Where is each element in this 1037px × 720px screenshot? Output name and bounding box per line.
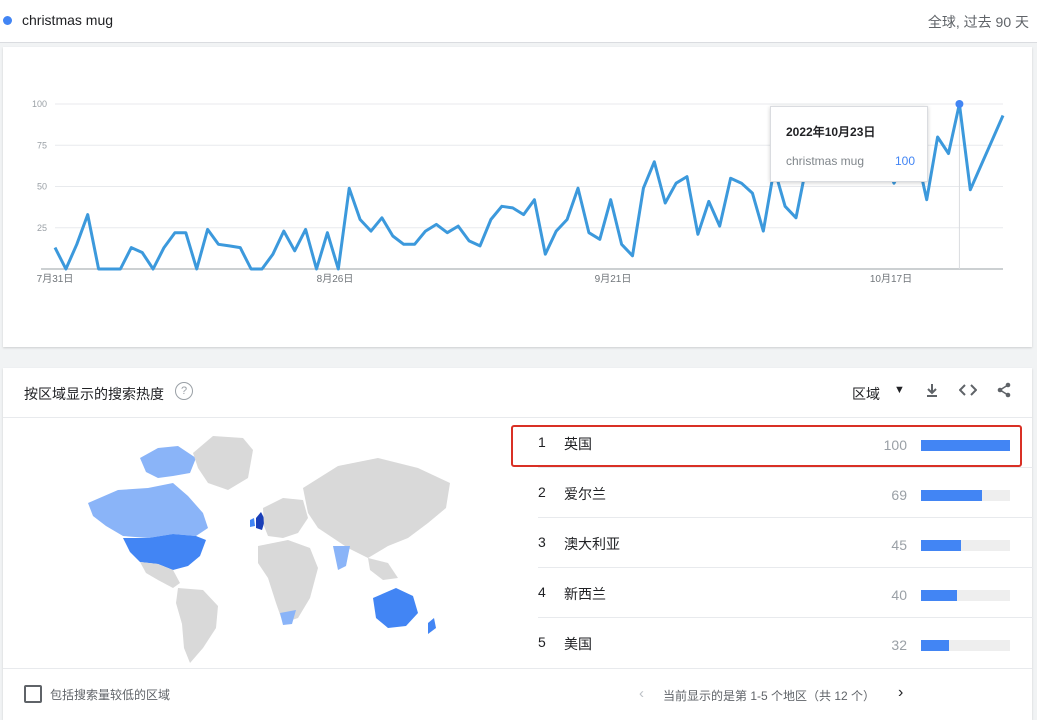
region-bar bbox=[921, 490, 983, 501]
map-region-arctic-islands bbox=[140, 446, 196, 478]
region-row[interactable]: 2 爱尔兰 69 bbox=[513, 468, 1033, 518]
region-rank: 4 bbox=[538, 584, 546, 600]
world-map[interactable] bbox=[78, 428, 458, 668]
region-row[interactable]: 4 新西兰 40 bbox=[513, 568, 1033, 618]
map-region-africa bbox=[258, 540, 318, 623]
region-name: 英国 bbox=[564, 436, 592, 452]
region-name: 美国 bbox=[564, 636, 592, 652]
x-tick-label: 9月21日 bbox=[595, 273, 632, 285]
region-name: 爱尔兰 bbox=[564, 486, 606, 502]
region-bar-track bbox=[921, 640, 1010, 651]
interest-over-time-card: 100 75 50 25 7月31日 8月26日 9月21日 10月17日 2022年10月2… bbox=[3, 47, 1032, 347]
tooltip-value: 100 bbox=[894, 154, 915, 168]
low-volume-checkbox[interactable] bbox=[24, 685, 42, 703]
y-tick-label: 100 bbox=[32, 99, 47, 109]
region-rank: 1 bbox=[538, 434, 546, 450]
prev-page-button[interactable]: ‹ bbox=[639, 685, 644, 702]
y-tick-label: 75 bbox=[37, 140, 47, 150]
region-row[interactable]: 5 美国 32 bbox=[513, 618, 1033, 668]
y-tick-label: 25 bbox=[37, 223, 47, 233]
region-value: 45 bbox=[891, 537, 907, 553]
region-name: 澳大利亚 bbox=[564, 536, 620, 552]
region-row[interactable]: 3 澳大利亚 45 bbox=[513, 518, 1033, 568]
region-dropdown[interactable]: 区域 bbox=[852, 384, 880, 404]
region-bar bbox=[921, 440, 1010, 451]
map-region-australia bbox=[373, 588, 418, 628]
region-rank: 3 bbox=[538, 534, 546, 550]
region-bar-track bbox=[921, 440, 1010, 451]
region-value: 69 bbox=[891, 487, 907, 503]
search-term[interactable]: christmas mug bbox=[22, 12, 113, 28]
hover-point bbox=[955, 100, 964, 108]
footer-divider bbox=[3, 668, 1032, 669]
x-tick-label: 7月31日 bbox=[37, 273, 74, 285]
tooltip-term: christmas mug bbox=[786, 154, 865, 168]
comparison-header: christmas mug 全球, 过去 90 天 bbox=[0, 0, 1037, 43]
region-bar-track bbox=[921, 590, 1010, 601]
next-page-button[interactable]: › bbox=[898, 684, 903, 702]
region-value: 32 bbox=[891, 637, 907, 653]
region-rank: 5 bbox=[538, 634, 546, 650]
region-value: 100 bbox=[883, 437, 907, 453]
region-bar-track bbox=[921, 490, 1010, 501]
low-volume-checkbox-label: 包括搜索量较低的区域 bbox=[50, 688, 171, 702]
map-region-canada bbox=[88, 483, 208, 538]
tooltip-date: 2022年10月23日 bbox=[786, 125, 876, 139]
pagination-status: 当前显示的是第 1-5 个地区（共 12 个） bbox=[663, 689, 876, 703]
x-tick-label: 10月17日 bbox=[870, 273, 912, 285]
line-chart[interactable]: 100 75 50 25 7月31日 8月26日 9月21日 10月17日 bbox=[3, 47, 1032, 347]
map-region-se-asia bbox=[368, 558, 398, 580]
x-tick-label: 8月26日 bbox=[317, 273, 354, 285]
map-region-greenland bbox=[193, 436, 253, 490]
embed-icon[interactable] bbox=[958, 382, 978, 402]
map-region-ireland bbox=[250, 518, 255, 527]
map-region-usa bbox=[123, 534, 206, 570]
region-value: 40 bbox=[891, 587, 907, 603]
map-region-asia bbox=[303, 458, 450, 558]
map-region-south-america bbox=[176, 588, 218, 663]
region-name: 新西兰 bbox=[564, 586, 606, 602]
region-bar bbox=[921, 640, 950, 651]
region-rank: 2 bbox=[538, 484, 546, 500]
region-bar-track bbox=[921, 540, 1010, 551]
scope-label[interactable]: 全球, 过去 90 天 bbox=[928, 12, 1029, 32]
interest-by-region-card: 按区域显示的搜索热度 ? 区域 ▼ 1 英国 100 2 爱尔兰 69 3 澳大… bbox=[3, 368, 1033, 720]
region-bar bbox=[921, 540, 962, 551]
map-region-europe bbox=[263, 498, 308, 538]
map-region-new-zealand bbox=[428, 618, 436, 634]
series-color-dot bbox=[3, 16, 12, 25]
chart-tooltip: 2022年10月23日 christmas mug 100 bbox=[770, 106, 928, 182]
section-title: 按区域显示的搜索热度 bbox=[24, 386, 164, 402]
map-region-india bbox=[333, 546, 350, 570]
download-icon[interactable] bbox=[922, 382, 942, 402]
region-bar bbox=[921, 590, 957, 601]
region-row[interactable]: 1 英国 100 bbox=[513, 418, 1033, 468]
help-icon[interactable]: ? bbox=[175, 382, 193, 400]
y-tick-label: 50 bbox=[37, 182, 47, 192]
chevron-down-icon[interactable]: ▼ bbox=[894, 384, 905, 396]
share-icon[interactable] bbox=[994, 382, 1014, 402]
